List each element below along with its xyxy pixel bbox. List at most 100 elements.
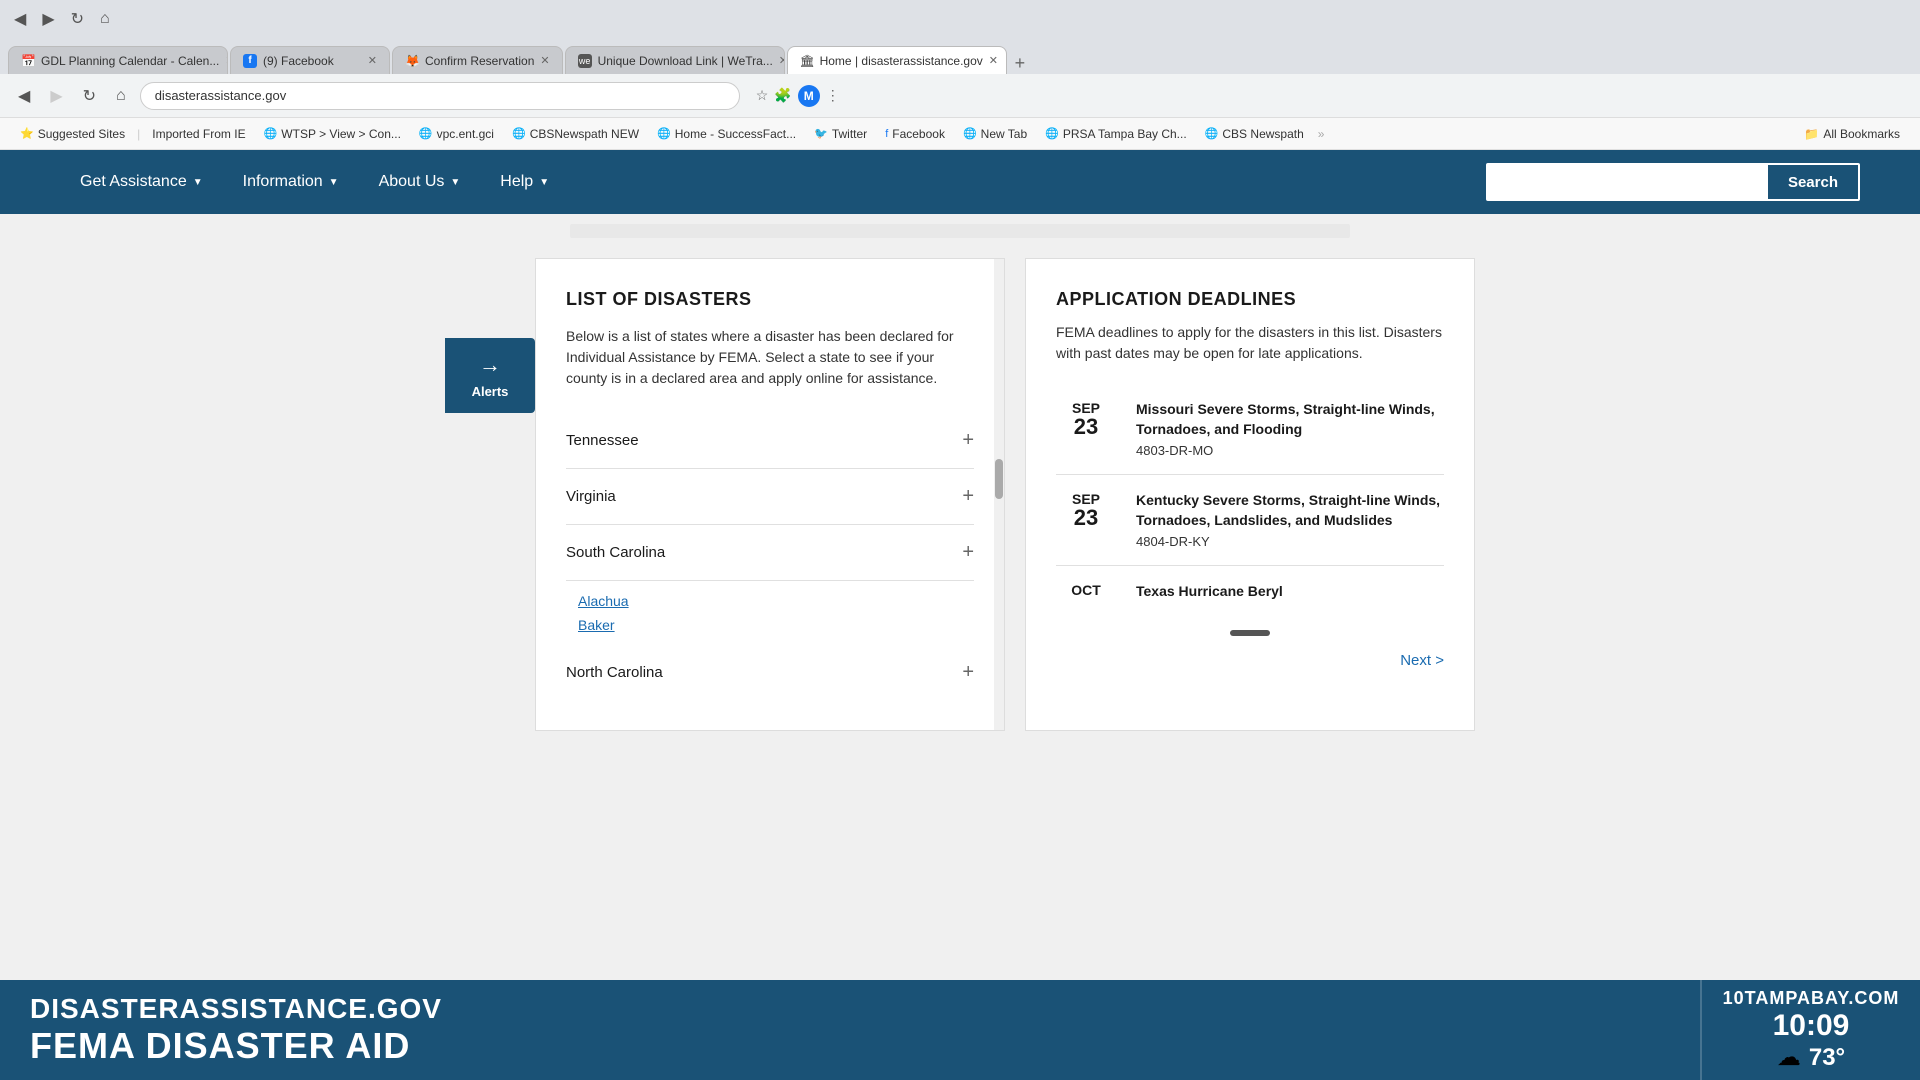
bookmark-icon-wtsp: 🌐 [264, 127, 278, 140]
extensions-icon[interactable]: 🧩 [774, 87, 791, 104]
all-bookmarks-label: All Bookmarks [1823, 127, 1900, 141]
tv-weather-icon: ☁ [1777, 1043, 1801, 1072]
tab-close-wetra[interactable]: ✕ [779, 54, 785, 67]
bookmark-icon-home: 🌐 [657, 127, 671, 140]
bookmark-wtsp[interactable]: 🌐 WTSP > View > Con... [256, 125, 409, 143]
deadlines-scroll-indicator [1230, 630, 1270, 636]
forward-button[interactable]: ▶ [36, 5, 60, 33]
bookmark-icon-vpc: 🌐 [419, 127, 433, 140]
alerts-label: Alerts [472, 384, 509, 399]
back-nav-button[interactable]: ◀ [12, 82, 36, 110]
deadlines-panel: APPLICATION DEADLINES FEMA deadlines to … [1025, 258, 1475, 731]
bookmark-imported[interactable]: Imported From IE [144, 125, 253, 143]
disaster-expand-virginia[interactable]: + [962, 485, 974, 508]
bookmark-label-twitter: Twitter [832, 127, 867, 141]
bookmarks-bar: ⭐ Suggested Sites | Imported From IE 🌐 W… [0, 118, 1920, 150]
bookmark-label-wtsp: WTSP > View > Con... [281, 127, 401, 141]
bookmark-suggested[interactable]: ⭐ Suggested Sites [12, 125, 133, 143]
deadline-row-texas: OCT Texas Hurricane Beryl [1056, 566, 1444, 622]
alerts-button[interactable]: → Alerts [445, 338, 535, 413]
tab-favicon-facebook: f [243, 54, 257, 68]
tab-wetra[interactable]: we Unique Download Link | WeTra... ✕ [565, 46, 785, 74]
tab-facebook[interactable]: f (9) Facebook ✕ [230, 46, 390, 74]
tab-confirm[interactable]: 🦊 Confirm Reservation ✕ [392, 46, 563, 74]
bookmark-label-suggested: Suggested Sites [38, 127, 125, 141]
bookmark-newtab[interactable]: 🌐 New Tab [955, 125, 1035, 143]
deadline-info-missouri: Missouri Severe Storms, Straight-line Wi… [1136, 400, 1444, 458]
tab-favicon-confirm: 🦊 [405, 54, 419, 68]
bookmark-cbs2[interactable]: 🌐 CBS Newspath [1197, 125, 1312, 143]
tab-favicon-gdl: 📅 [21, 54, 35, 68]
deadlines-description: FEMA deadlines to apply for the disaster… [1056, 322, 1444, 364]
deadline-code-missouri: 4803-DR-MO [1136, 443, 1444, 458]
next-button[interactable]: Next > [1400, 652, 1444, 669]
tv-time-display: 10:09 [1773, 1009, 1850, 1043]
home-button[interactable]: ⌂ [94, 6, 116, 32]
menu-icon[interactable]: ⋮ [826, 87, 840, 104]
nav-about-us[interactable]: About Us ▼ [359, 150, 481, 214]
bookmark-icon-suggested: ⭐ [20, 127, 34, 140]
disaster-name-north-carolina: North Carolina [566, 664, 663, 681]
disaster-item-north-carolina[interactable]: North Carolina + [566, 645, 974, 700]
disaster-item-virginia[interactable]: Virginia + [566, 469, 974, 525]
nav-help-label: Help [500, 173, 533, 191]
disaster-expand-north-carolina[interactable]: + [962, 661, 974, 684]
disaster-item-south-carolina[interactable]: South Carolina + [566, 525, 974, 581]
tv-station-label: 10TAMPABAY.COM [1723, 988, 1900, 1009]
next-link-area: Next > [1056, 636, 1444, 686]
new-tab-button[interactable]: + [1009, 53, 1032, 74]
disaster-item-tennessee[interactable]: Tennessee + [566, 413, 974, 469]
reload-nav-button[interactable]: ↻ [77, 82, 102, 110]
nav-about-us-label: About Us [379, 173, 445, 191]
nav-information[interactable]: Information ▼ [223, 150, 359, 214]
folder-icon: 📁 [1804, 127, 1819, 141]
tab-label-facebook: (9) Facebook [263, 54, 334, 68]
address-icons: ☆ 🧩 M ⋮ [756, 85, 840, 107]
back-button[interactable]: ◀ [8, 5, 32, 33]
deadline-day-kentucky: 23 [1056, 507, 1116, 529]
tab-close-facebook[interactable]: ✕ [368, 54, 377, 67]
disasters-title: LIST OF DISASTERS [566, 289, 974, 310]
tab-gdl[interactable]: 📅 GDL Planning Calendar - Calen... ✕ [8, 46, 228, 74]
forward-nav-button[interactable]: ▶ [44, 82, 68, 110]
disaster-name-south-carolina: South Carolina [566, 544, 665, 561]
bookmark-label-home: Home - SuccessFact... [675, 127, 796, 141]
bookmark-icon-cbs1: 🌐 [512, 127, 526, 140]
sub-item-baker[interactable]: Baker [578, 613, 974, 637]
nav-help[interactable]: Help ▼ [480, 150, 569, 214]
home-nav-button[interactable]: ⌂ [110, 83, 132, 109]
sub-item-alachua[interactable]: Alachua [578, 589, 974, 613]
nav-get-assistance[interactable]: Get Assistance ▼ [60, 150, 223, 214]
reload-button[interactable]: ↻ [65, 5, 90, 33]
tab-close-disaster[interactable]: ✕ [989, 54, 998, 67]
bookmark-prsa[interactable]: 🌐 PRSA Tampa Bay Ch... [1037, 125, 1195, 143]
bookmark-label-imported: Imported From IE [152, 127, 245, 141]
bookmark-home[interactable]: 🌐 Home - SuccessFact... [649, 125, 804, 143]
bookmark-twitter[interactable]: 🐦 Twitter [806, 125, 875, 143]
bookmark-cbs1[interactable]: 🌐 CBSNewspath NEW [504, 125, 647, 143]
search-input[interactable] [1486, 163, 1766, 201]
twitter-bookmark-icon: 🐦 [814, 127, 828, 140]
facebook-bookmark-icon: f [885, 128, 888, 140]
tv-title-label: FEMA DISASTER AID [30, 1025, 1670, 1067]
tv-main: DISASTERASSISTANCE.GOV FEMA DISASTER AID [0, 980, 1700, 1080]
bookmark-vpc[interactable]: 🌐 vpc.ent.gci [411, 125, 502, 143]
tab-disaster[interactable]: 🏛 Home | disasterassistance.gov ✕ [787, 46, 1007, 74]
profile-icon[interactable]: M [798, 85, 820, 107]
site-nav: Get Assistance ▼ Information ▼ About Us … [0, 150, 1920, 214]
deadline-code-kentucky: 4804-DR-KY [1136, 534, 1444, 549]
nav-about-us-chevron: ▼ [450, 177, 460, 188]
address-input[interactable] [140, 82, 740, 110]
search-button[interactable]: Search [1766, 163, 1860, 201]
bookmark-all-folders[interactable]: 📁 All Bookmarks [1796, 125, 1908, 143]
disaster-expand-south-carolina[interactable]: + [962, 541, 974, 564]
disaster-expand-tennessee[interactable]: + [962, 429, 974, 452]
star-icon[interactable]: ☆ [756, 87, 769, 104]
deadline-date-texas: OCT [1056, 582, 1116, 598]
tab-close-confirm[interactable]: ✕ [540, 54, 549, 67]
tab-close-gdl[interactable]: ✕ [225, 54, 228, 67]
bookmark-icon-prsa: 🌐 [1045, 127, 1059, 140]
scrollbar-thumb[interactable] [995, 459, 1003, 499]
deadline-info-texas: Texas Hurricane Beryl [1136, 582, 1444, 606]
bookmark-facebook[interactable]: f Facebook [877, 125, 953, 143]
